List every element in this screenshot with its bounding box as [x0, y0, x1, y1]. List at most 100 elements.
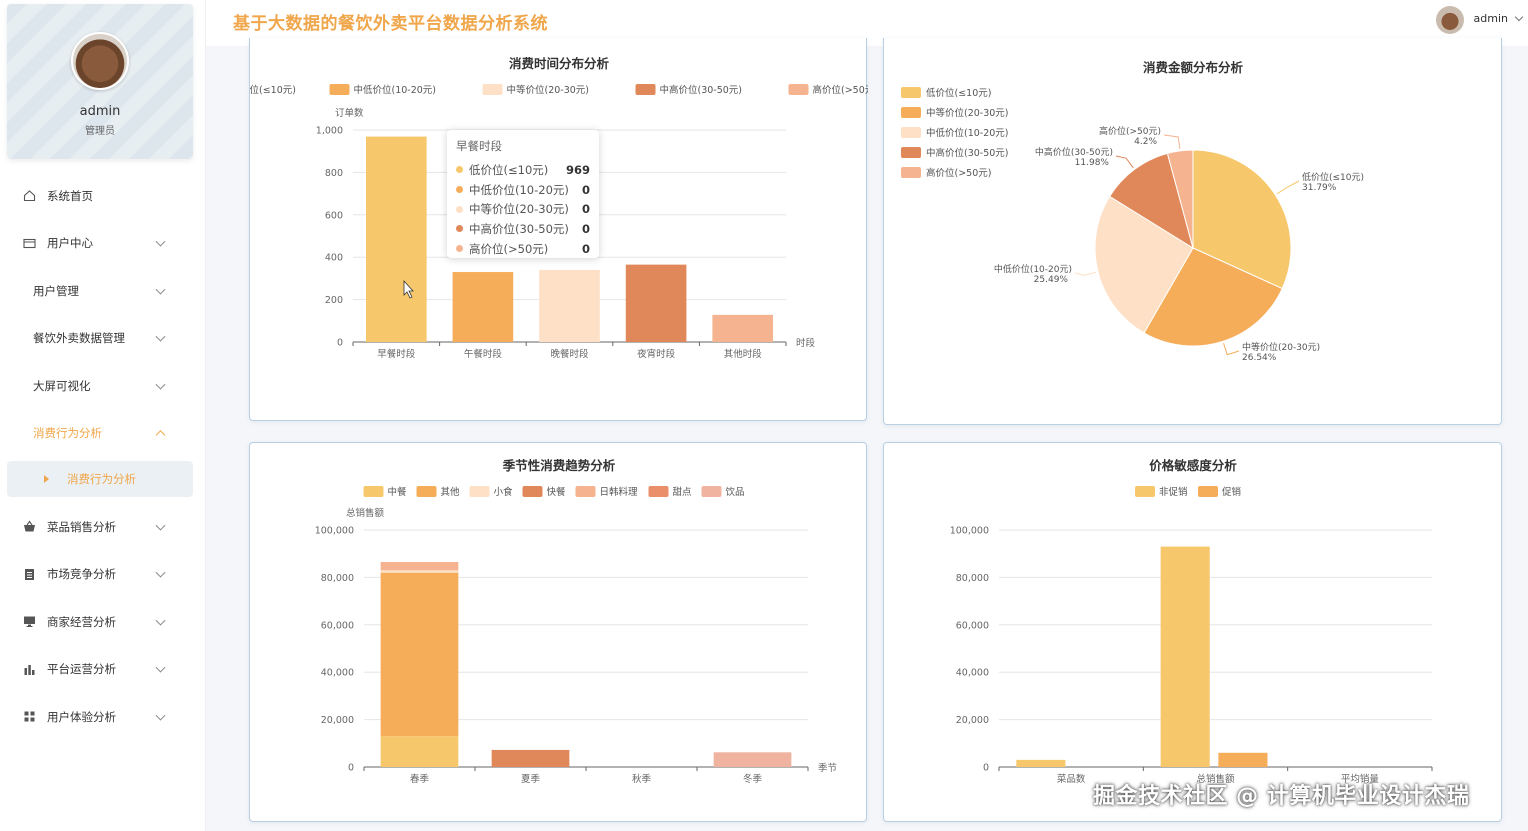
- chevron-down-icon: [155, 710, 166, 721]
- app-title: 基于大数据的餐饮外卖平台数据分析系统: [233, 14, 548, 34]
- x-tick-label: 春季: [410, 773, 430, 785]
- chart-card-time-distribution: 消费时间分布分析低价位(≤10元) 中低价位(10-20元) 中等价位(20-30元…: [206, 38, 878, 421]
- slice-percent: 31.79%: [1302, 183, 1337, 193]
- x-tick-label: 其他时段: [724, 348, 763, 360]
- sidebar-item-label: 商家经营分析: [47, 614, 116, 629]
- chevron-down-icon: [155, 284, 166, 295]
- y-tick-label: 80,000: [321, 573, 354, 584]
- slice-percent: 26.54%: [1242, 353, 1277, 363]
- sidebar-subitem-consumption-behavior[interactable]: 消费行为分析: [7, 461, 193, 497]
- x-tick-label: 早餐时段: [377, 348, 416, 360]
- slice-label: 中低价位(10-20元): [994, 263, 1072, 275]
- legend-swatch: [482, 84, 503, 95]
- legend-swatch: [788, 84, 809, 95]
- tooltip-value: 0: [581, 221, 590, 236]
- bar: [1218, 752, 1268, 767]
- bar: [491, 749, 570, 767]
- y-tick-label: 600: [325, 210, 343, 221]
- legend-label: 非促销: [1159, 486, 1188, 498]
- sidebar-item-big-screen[interactable]: 大屏可视化: [0, 362, 206, 410]
- bar: [380, 736, 459, 767]
- sidebar-item-user-center[interactable]: 用户中心: [0, 220, 206, 268]
- legend-label: 中低价位(10-20元): [926, 127, 1009, 139]
- sidebar-item-consumption-behavior[interactable]: 消费行为分析: [0, 410, 206, 458]
- sidebar-item-data-management[interactable]: 餐饮外卖数据管理: [0, 315, 206, 363]
- sidebar-item-market-competition[interactable]: 市场竞争分析: [0, 551, 206, 599]
- sidebar-item-platform-operation[interactable]: 平台运营分析: [0, 646, 206, 694]
- legend-label: 快餐: [547, 486, 567, 498]
- x-tick-label: 夜宵时段: [637, 348, 676, 360]
- legend-swatch: [1198, 486, 1218, 497]
- x-tick-label: 冬季: [743, 773, 763, 785]
- legend-swatch: [522, 486, 543, 497]
- legend-swatch: [701, 486, 722, 497]
- chart-title: 消费金额分布分析: [1143, 60, 1244, 75]
- bar: [452, 272, 514, 342]
- y-tick-label: 60,000: [956, 620, 989, 631]
- legend-dot: [456, 186, 463, 194]
- legend-label: 低价位(≤10元): [926, 87, 991, 99]
- sidebar-item-label: 用户体验分析: [47, 709, 116, 724]
- chart-card-price-sensitivity: 价格敏感度分析 非促销 促销 0 20,000 40,000 60,000 80,000 100…: [883, 442, 1502, 822]
- slice-percent: 11.98%: [1075, 158, 1110, 168]
- legend-dot: [456, 225, 463, 233]
- legend-swatch: [901, 127, 921, 138]
- profile-card: admin 管理员: [7, 4, 193, 159]
- sidebar-menu: 系统首页 用户中心 用户管理 餐饮外卖数据管理 大屏可视化 消费行为分析 消费行…: [0, 172, 206, 741]
- legend-label: 高价位(>50元): [813, 84, 869, 96]
- legend-label: 促销: [1222, 486, 1242, 498]
- legend-label: 甜点: [673, 486, 693, 498]
- y-tick-label: 100,000: [315, 526, 354, 537]
- legend-label: 中高价位(30-50元): [926, 147, 1009, 159]
- legend-swatch: [469, 486, 490, 497]
- sidebar-item-label: 餐饮外卖数据管理: [33, 331, 125, 346]
- sidebar-item-merchant-operation[interactable]: 商家经营分析: [0, 598, 206, 646]
- sidebar-item-label: 用户中心: [47, 236, 93, 251]
- label-line: [1074, 271, 1097, 276]
- profile-role: 管理员: [85, 126, 115, 137]
- sidebar-item-user-experience[interactable]: 用户体验分析: [0, 693, 206, 741]
- legend-swatch: [416, 486, 437, 497]
- y-tick-label: 200: [325, 295, 343, 306]
- bar: [625, 264, 687, 342]
- bar: [712, 314, 774, 342]
- label-line: [1276, 180, 1300, 195]
- legend-label: 其他: [441, 486, 461, 498]
- sidebar-item-user-management[interactable]: 用户管理: [0, 267, 206, 315]
- legend-swatch: [901, 167, 921, 178]
- avatar[interactable]: [71, 32, 129, 90]
- chart-title: 价格敏感度分析: [1149, 458, 1237, 473]
- legend-label: 饮品: [726, 486, 745, 498]
- sidebar-item-dish-sales[interactable]: 菜品销售分析: [0, 503, 206, 551]
- y-tick-label: 800: [325, 168, 343, 179]
- chevron-down-icon[interactable]: [1514, 12, 1524, 22]
- tooltip-row: 高价位(>50元) 0: [456, 239, 590, 259]
- tooltip-row: 中等价位(20-30元) 0: [456, 199, 590, 219]
- y-tick-label: 100,000: [950, 526, 989, 537]
- chart-seasonal-trend: 季节性消费趋势分析中餐 其他 小食 快餐 日韩料理 甜点 饮品 0 20,000 40,000 60…: [315, 458, 837, 785]
- user-menu-name[interactable]: admin: [1474, 12, 1508, 25]
- bar: [1160, 546, 1210, 767]
- sidebar-item-home[interactable]: 系统首页: [0, 172, 206, 220]
- chart-card-seasonal-trend: 季节性消费趋势分析 中餐 其他 小食 快餐 日韩料理 甜点 饮品 0 20,000 40,000 60…: [249, 442, 867, 822]
- chevron-down-icon: [155, 379, 166, 390]
- user-avatar[interactable]: [1436, 6, 1464, 34]
- legend-swatch: [329, 84, 350, 95]
- watermark: 掘金技术社区 @ 计算机毕业设计杰瑞: [1093, 784, 1470, 809]
- bar: [1016, 759, 1066, 767]
- slice-label: 高价位(>50元): [1099, 125, 1161, 137]
- sidebar-item-label: 平台运营分析: [47, 662, 116, 677]
- legend-swatch: [635, 84, 656, 95]
- chart-tooltip: 早餐时段 低价位(≤10元) 969 中低价位(10-20元) 0 中等价位(20-…: [447, 130, 599, 258]
- legend-label: 日韩料理: [600, 486, 639, 498]
- sidebar: admin 管理员 系统首页 用户中心 用户管理 餐饮外卖数据管理 大屏可视化 …: [0, 0, 206, 831]
- legend-label: 中餐: [388, 486, 408, 498]
- sidebar-item-label: 用户管理: [33, 283, 79, 298]
- tooltip-value: 0: [581, 241, 590, 256]
- label-line: [1115, 155, 1134, 169]
- legend-dot: [456, 205, 463, 213]
- chevron-down-icon: [155, 567, 166, 578]
- legend-swatch: [901, 107, 921, 118]
- chevron-down-icon: [155, 662, 166, 673]
- legend-label: 中低价位(10-20元): [354, 84, 437, 96]
